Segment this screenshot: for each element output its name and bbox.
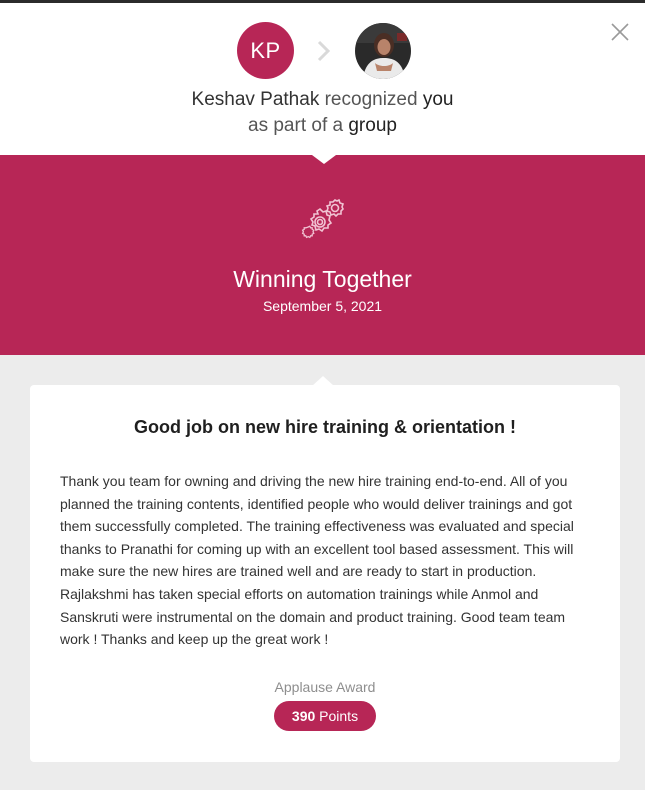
recipient-label: you xyxy=(422,89,454,110)
group-label: group xyxy=(348,115,397,136)
points-value: 390 xyxy=(291,708,316,724)
award-type: Applause Award xyxy=(274,679,376,695)
sender-avatar[interactable]: KP xyxy=(237,22,294,79)
avatar-row: KP xyxy=(0,22,645,80)
award-banner xyxy=(0,155,645,355)
gears-icon xyxy=(301,198,345,239)
banner-notch xyxy=(312,155,336,164)
sender-name[interactable]: Keshav Pathak xyxy=(192,89,320,110)
chevron-right-icon xyxy=(317,40,331,62)
points-label: Points xyxy=(319,708,359,724)
award-date: September 5, 2021 xyxy=(262,298,383,314)
award-title: Winning Together xyxy=(233,266,412,292)
recognized-verb: recognized xyxy=(324,89,418,110)
message-card: Good job on new hire training & orientat… xyxy=(30,385,620,762)
points-badge: 390 Points xyxy=(274,701,376,731)
recipient-avatar[interactable] xyxy=(355,23,411,79)
recognition-header: KP Keshav Pathak recognized you as part … xyxy=(0,3,645,155)
group-prefix: as part of a xyxy=(248,115,344,136)
message-title: Good job on new hire training & orientat… xyxy=(134,417,516,437)
message-body: Thank you team for owning and driving th… xyxy=(60,473,574,648)
recognition-text: Keshav Pathak recognized you as part of … xyxy=(0,87,645,139)
